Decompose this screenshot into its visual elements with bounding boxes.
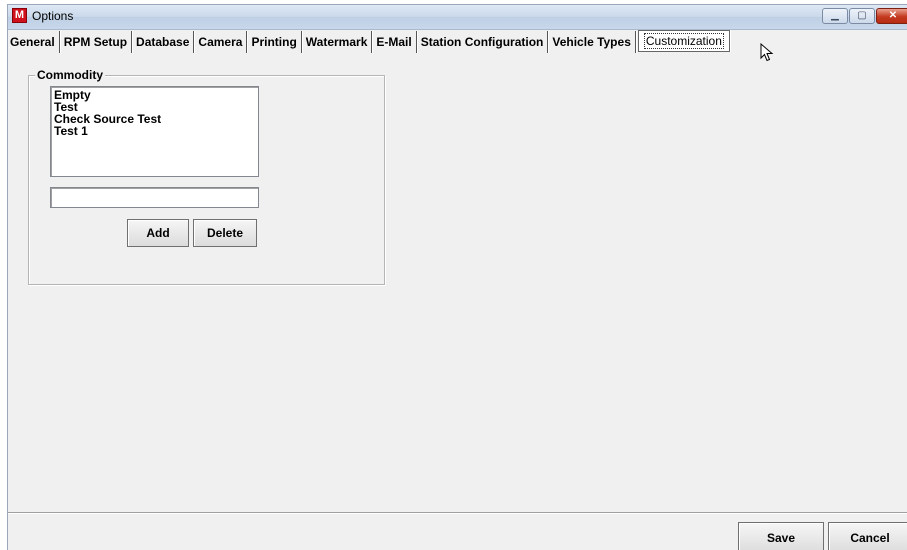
- tab-customization[interactable]: Customization: [637, 30, 730, 52]
- tab-customization-label: Customization: [643, 33, 724, 49]
- add-button[interactable]: Add: [127, 219, 189, 247]
- list-item[interactable]: Test 1: [54, 125, 258, 137]
- maximize-button[interactable]: ▢: [849, 8, 875, 24]
- tab-strip: General RPM Setup Database Camera Printing Wa…: [8, 30, 730, 53]
- tab-station-configuration[interactable]: Station Configuration: [417, 31, 549, 53]
- tab-general[interactable]: General: [8, 31, 60, 53]
- mouse-pointer-icon: [760, 43, 774, 62]
- close-button[interactable]: ✕: [876, 8, 907, 24]
- save-button[interactable]: Save: [738, 522, 824, 550]
- commodity-group-title: Commodity: [35, 68, 105, 82]
- commodity-input[interactable]: [50, 187, 259, 208]
- cancel-button[interactable]: Cancel: [828, 522, 907, 550]
- tab-e-mail[interactable]: E-Mail: [372, 31, 417, 53]
- title-bar[interactable]: M Options ▁ ▢ ✕: [8, 5, 907, 30]
- list-item[interactable]: Empty: [54, 89, 258, 101]
- maximize-icon: ▢: [857, 10, 867, 21]
- app-logo-icon: M: [12, 8, 27, 23]
- window-title: Options: [32, 9, 74, 23]
- tab-database[interactable]: Database: [132, 31, 195, 53]
- tab-printing[interactable]: Printing: [247, 31, 302, 53]
- commodity-group: Commodity Empty Test Check Source Test T…: [28, 68, 385, 285]
- tab-watermark[interactable]: Watermark: [302, 31, 373, 53]
- minimize-button[interactable]: ▁: [822, 8, 848, 24]
- options-window: M Options ▁ ▢ ✕ General RPM Setup Database…: [7, 4, 907, 550]
- minimize-icon: ▁: [831, 10, 839, 21]
- commodity-list[interactable]: Empty Test Check Source Test Test 1: [50, 86, 259, 177]
- close-icon: ✕: [888, 10, 898, 21]
- tab-vehicle-types[interactable]: Vehicle Types: [548, 31, 636, 53]
- tab-rpm-setup[interactable]: RPM Setup: [60, 31, 133, 53]
- tab-camera[interactable]: Camera: [194, 31, 248, 53]
- footer-divider: [8, 512, 907, 514]
- delete-button[interactable]: Delete: [193, 219, 257, 247]
